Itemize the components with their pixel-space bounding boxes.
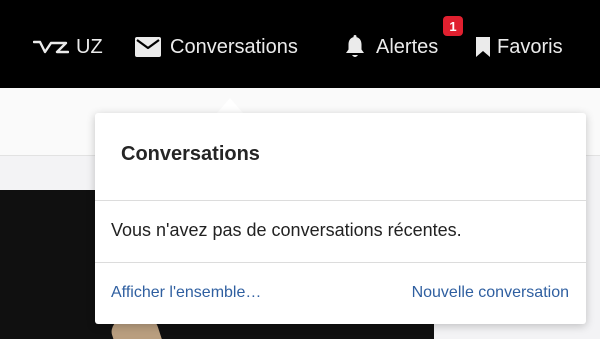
popup-title: Conversations bbox=[121, 143, 260, 165]
show-all-link[interactable]: Afficher l'ensemble… bbox=[111, 284, 261, 302]
envelope-icon bbox=[135, 37, 170, 57]
conversations-popup: Conversations Vous n'avez pas de convers… bbox=[95, 113, 586, 324]
nav-favorites-label: Favoris bbox=[497, 35, 563, 58]
nav-favorites[interactable]: Favoris bbox=[475, 34, 563, 60]
nav-alerts[interactable]: Alertes bbox=[344, 34, 438, 60]
nav-conversations[interactable]: Conversations bbox=[135, 34, 298, 60]
bookmark-icon bbox=[475, 37, 497, 57]
alerts-count-badge: 1 bbox=[443, 16, 463, 36]
new-conversation-link[interactable]: Nouvelle conversation bbox=[412, 284, 569, 302]
nav-alerts-label: Alertes bbox=[376, 35, 439, 58]
nav-uz[interactable]: UZ bbox=[33, 34, 103, 60]
popup-arrow bbox=[217, 98, 243, 113]
uz-logo-icon bbox=[33, 39, 76, 55]
bell-icon bbox=[344, 35, 376, 59]
empty-conversations-message: Vous n'avez pas de conversations récente… bbox=[111, 220, 462, 240]
popup-divider bbox=[95, 262, 586, 263]
nav-conversations-label: Conversations bbox=[170, 35, 298, 58]
popup-divider bbox=[95, 200, 586, 201]
nav-uz-label: UZ bbox=[76, 35, 103, 58]
top-navigation-bar: UZ Conversations Alertes 1 Favoris bbox=[0, 0, 600, 88]
